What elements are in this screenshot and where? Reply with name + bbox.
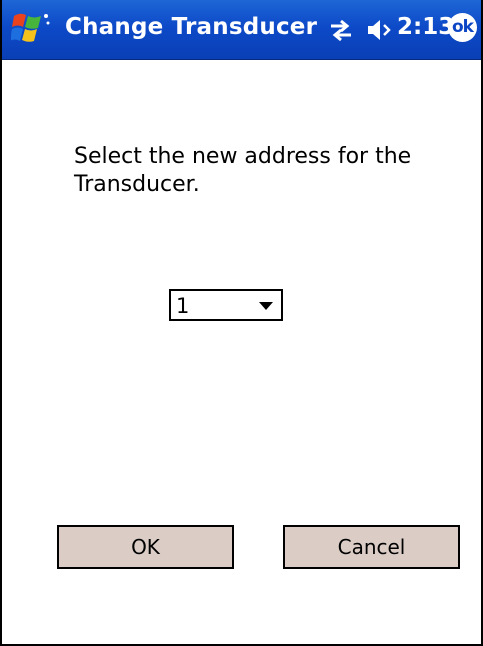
chevron-down-icon[interactable] <box>259 302 273 310</box>
device-screen: Change Transducer 2:13 ok Select the new… <box>0 0 483 646</box>
address-select[interactable]: 1 <box>169 289 283 321</box>
window-title: Change Transducer <box>65 14 318 40</box>
title-bar: Change Transducer 2:13 ok <box>2 0 481 60</box>
ok-button[interactable]: OK <box>57 525 234 569</box>
cancel-button[interactable]: Cancel <box>283 525 460 569</box>
connectivity-icon[interactable] <box>327 17 355 43</box>
prompt-text: Select the new address for the Transduce… <box>74 144 412 197</box>
volume-icon[interactable] <box>365 17 393 43</box>
clock[interactable]: 2:13 <box>397 14 454 40</box>
windows-start-flag-icon[interactable] <box>11 10 53 46</box>
title-ok-button[interactable]: ok <box>448 13 477 42</box>
address-select-value: 1 <box>176 294 190 318</box>
